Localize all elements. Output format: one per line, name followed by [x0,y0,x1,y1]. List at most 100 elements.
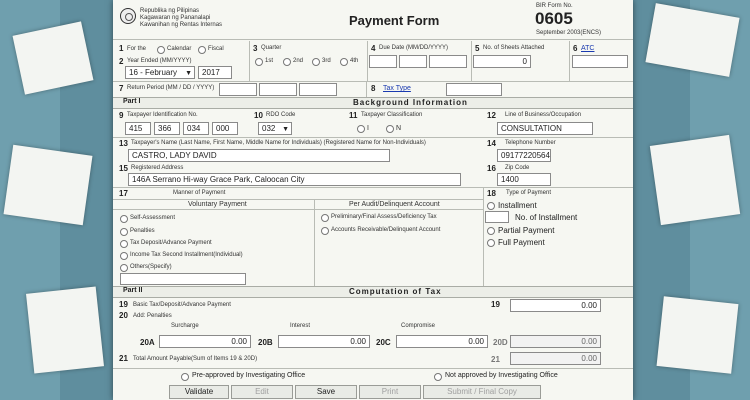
form-date: September 2003(ENCS) [536,30,602,36]
item-number: 11 [349,111,358,120]
tax-deposit-radio[interactable] [120,240,128,248]
phone-label: Telephone Number [505,140,556,146]
per-audit-label: Per Audit/Delinquent Account [349,201,440,208]
phone-input[interactable]: 09177220564 [497,149,551,162]
year-ended-year-input[interactable]: 2017 [198,66,232,79]
voluntary-payment-label: Voluntary Payment [188,201,247,208]
not-approved-radio[interactable] [434,373,442,381]
calendar-radio[interactable] [157,46,165,54]
accounts-receivable-radio[interactable] [321,227,329,235]
others-radio[interactable] [120,264,128,272]
full-payment-radio[interactable] [487,239,495,247]
tin-part4-input[interactable]: 000 [212,122,238,135]
atc-input[interactable] [572,55,628,68]
classification-label: Taxpayer Classification [361,112,423,118]
due-date-month-input[interactable] [369,55,397,68]
partial-payment-radio[interactable] [487,227,495,235]
sheets-attached-input[interactable]: 0 [473,55,531,68]
installment-label: Installment [498,201,537,210]
divider [113,199,483,200]
due-date-day-input[interactable] [399,55,427,68]
item-20d-label: 20D [493,338,508,347]
fiscal-label: Fiscal [208,46,224,52]
item-number: 13 [119,139,128,148]
others-specify-input[interactable] [120,273,246,285]
self-assessment-radio[interactable] [120,215,128,223]
preapproved-label: Pre-approved by Investigating Office [192,372,306,379]
total-payable-label: Total Amount Payable(Sum of Items 19 & 2… [133,356,258,362]
item-number: 19 [491,300,500,309]
year-ended-month-select[interactable]: 16 - February ▼ [125,66,195,79]
divider [113,187,633,188]
interest-input[interactable]: 0.00 [278,335,370,348]
penalties-radio[interactable] [120,228,128,236]
classification-nonindividual-label: N [396,125,402,132]
calendar-label: Calendar [167,46,192,52]
quarter-label: Quarter [261,45,282,51]
return-period-month-input[interactable] [219,83,257,96]
others-label: Others(Specify) [130,264,172,270]
submit-final-copy-button[interactable]: Submit / Final Copy [423,385,541,399]
part1-title: Background Information [353,98,468,107]
taxpayer-name-label: Taxpayer's Name (Last Name, First Name, … [131,140,426,146]
tin-label: Taxpayer Identification No. [127,112,198,118]
installment-radio[interactable] [487,202,495,210]
save-button[interactable]: Save [295,385,357,399]
preapproved-radio[interactable] [181,373,189,381]
return-period-year-input[interactable] [299,83,337,96]
tax-type-input[interactable] [446,83,502,96]
quarter-1-radio[interactable] [255,58,263,66]
basic-tax-label: Basic Tax/Deposit/Advance Payment [133,302,231,308]
return-period-day-input[interactable] [259,83,297,96]
form-number: 0605 [535,9,573,28]
quarter-4-label: 4th [350,58,359,64]
surcharge-input[interactable]: 0.00 [159,335,251,348]
manner-of-payment-label: Manner of Payment [173,190,226,196]
preliminary-assessment-radio[interactable] [321,214,329,222]
print-button[interactable]: Print [359,385,421,399]
interest-label: Interest [290,323,311,329]
quarter-4-radio[interactable] [340,58,348,66]
address-input[interactable]: 146A Serrano Hi-way Grace Park, Caloocan… [128,173,461,186]
item-20b-label: 20B [258,338,273,347]
taxpayer-name-input[interactable]: CASTRO, LADY DAVID [128,149,390,162]
tin-part3-input[interactable]: 034 [183,122,209,135]
divider [569,41,570,81]
address-label: Registered Address [131,165,184,171]
atc-link[interactable]: ATC [581,45,594,52]
quarter-2-radio[interactable] [283,58,291,66]
fiscal-radio[interactable] [198,46,206,54]
edit-button[interactable]: Edit [231,385,293,399]
due-date-year-input[interactable] [429,55,467,68]
item-20a-label: 20A [140,338,155,347]
page-title: Payment Form [349,13,440,28]
preliminary-assessment-label: Preliminary/Final Assess/Deficiency Tax [331,214,437,220]
accounts-receivable-label: Accounts Receivable/Delinquent Account [331,227,441,233]
tin-part1-input[interactable]: 415 [125,122,151,135]
compromise-input[interactable]: 0.00 [396,335,488,348]
item-number: 6 [573,44,578,53]
quarter-3-radio[interactable] [312,58,320,66]
total-penalties-output: 0.00 [510,335,601,348]
second-installment-radio[interactable] [120,252,128,260]
tin-part2-input[interactable]: 366 [154,122,180,135]
basic-tax-input[interactable]: 0.00 [510,299,601,312]
item-number: 19 [119,300,128,309]
item-number: 20 [119,311,128,320]
classification-nonindividual-radio[interactable] [386,125,394,133]
zip-input[interactable]: 1400 [497,173,551,186]
divider [471,41,472,81]
validate-button[interactable]: Validate [169,385,229,399]
installment-count-input[interactable] [485,211,509,223]
rdo-code-select[interactable]: 032 ▼ [258,122,292,135]
tax-type-link[interactable]: Tax Type [383,85,411,92]
background-paper [26,286,104,374]
bir-seal-icon [120,8,136,24]
year-ended-label: Year Ended (MM/YYYY) [127,58,192,64]
no-installment-label: No. of Installment [515,213,578,222]
classification-individual-radio[interactable] [357,125,365,133]
item-number: 21 [491,355,500,364]
chevron-down-icon: ▼ [185,70,192,77]
item-number: 14 [487,139,496,148]
business-input[interactable]: CONSULTATION [497,122,593,135]
